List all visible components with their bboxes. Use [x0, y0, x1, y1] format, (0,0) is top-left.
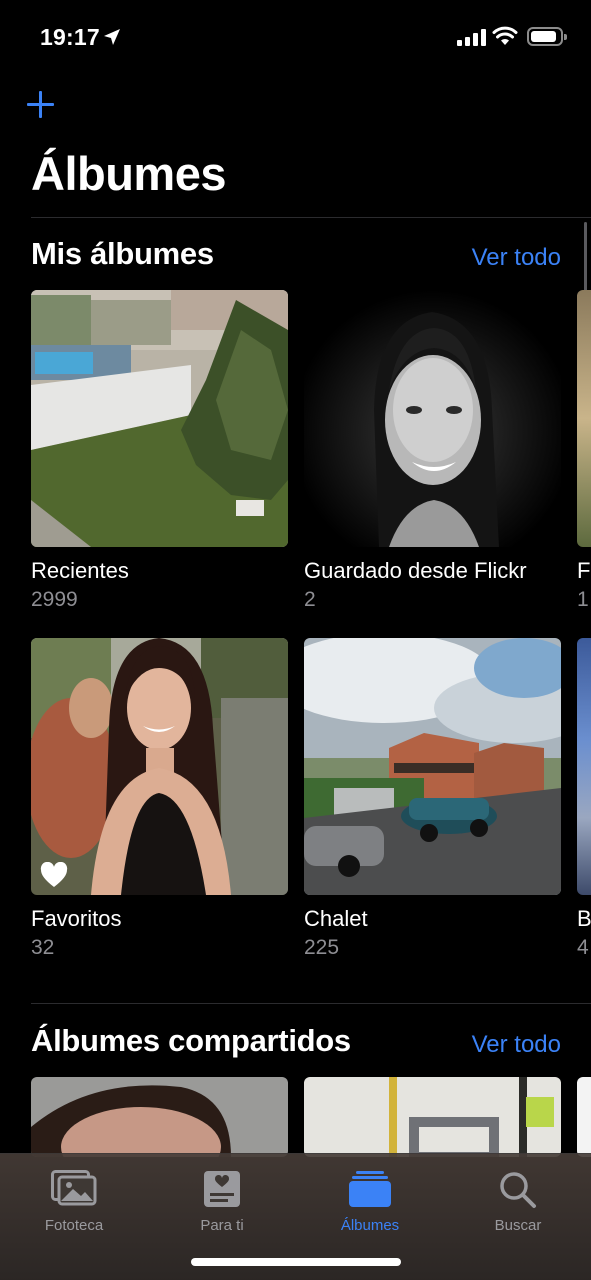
album-peek-thumbnail[interactable]	[577, 638, 591, 895]
tab-label: Fototeca	[44, 1217, 104, 1234]
status-bar: 19:17	[0, 0, 591, 74]
album-name: Favoritos	[31, 906, 122, 931]
battery-icon	[527, 27, 567, 46]
album-peek-name: F	[577, 558, 591, 583]
tab-para-ti[interactable]: Para ti	[148, 1162, 296, 1234]
album-name: Guardado desde Flickr	[304, 558, 527, 583]
page-title: Álbumes	[31, 147, 227, 200]
album-recientes[interactable]: Recientes 2999	[31, 290, 288, 620]
album-thumbnail	[31, 290, 288, 547]
shared-albums-see-all-link[interactable]: Ver todo	[472, 1031, 561, 1059]
my-albums-title: Mis álbumes	[31, 236, 214, 271]
album-thumbnail	[31, 1077, 288, 1157]
album-peek-count: 1	[577, 588, 589, 611]
divider	[31, 217, 591, 218]
album-chalet[interactable]: Chalet 225	[304, 638, 561, 968]
my-albums-see-all-link[interactable]: Ver todo	[472, 244, 561, 272]
album-thumbnail	[304, 638, 561, 895]
album-thumbnail	[304, 1077, 561, 1157]
album-peek-thumbnail[interactable]	[577, 1077, 591, 1157]
albums-icon	[349, 1171, 391, 1207]
tab-label: Para ti	[200, 1217, 244, 1234]
album-favoritos[interactable]: Favoritos 32	[31, 638, 288, 968]
album-count: 32	[31, 936, 55, 959]
album-name: Recientes	[31, 558, 129, 583]
cellular-signal-icon	[457, 29, 486, 46]
home-indicator[interactable]	[191, 1258, 401, 1266]
album-peek-count: 4	[577, 936, 589, 959]
album-thumbnail	[31, 638, 288, 895]
for-you-icon	[204, 1171, 240, 1207]
tab-buscar[interactable]: Buscar	[444, 1162, 591, 1234]
album-peek-thumbnail[interactable]	[577, 290, 591, 547]
album-thumbnail	[304, 290, 561, 547]
tab-label: Álbumes	[340, 1217, 400, 1234]
favorite-heart-icon	[40, 862, 68, 887]
album-guardado-desde-flickr[interactable]: Guardado desde Flickr 2	[304, 290, 561, 620]
add-album-button[interactable]	[26, 88, 56, 120]
album-count: 225	[304, 936, 340, 959]
album-name: Chalet	[304, 906, 368, 931]
tab-label: Buscar	[494, 1217, 542, 1234]
tab-fototeca[interactable]: Fototeca	[0, 1162, 148, 1234]
tab-albumes[interactable]: Álbumes	[296, 1162, 444, 1234]
shared-album-2[interactable]	[304, 1077, 561, 1157]
status-time: 19:17	[40, 24, 100, 50]
album-peek-name: B	[577, 906, 591, 931]
album-count: 2	[304, 588, 316, 611]
wifi-icon	[492, 26, 518, 45]
photo-library-icon	[51, 1170, 97, 1206]
location-arrow-icon	[104, 29, 120, 45]
divider	[31, 1003, 591, 1004]
search-icon	[500, 1172, 536, 1208]
shared-albums-title: Álbumes compartidos	[31, 1023, 351, 1058]
shared-album-1[interactable]	[31, 1077, 288, 1157]
album-count: 2999	[31, 588, 78, 611]
